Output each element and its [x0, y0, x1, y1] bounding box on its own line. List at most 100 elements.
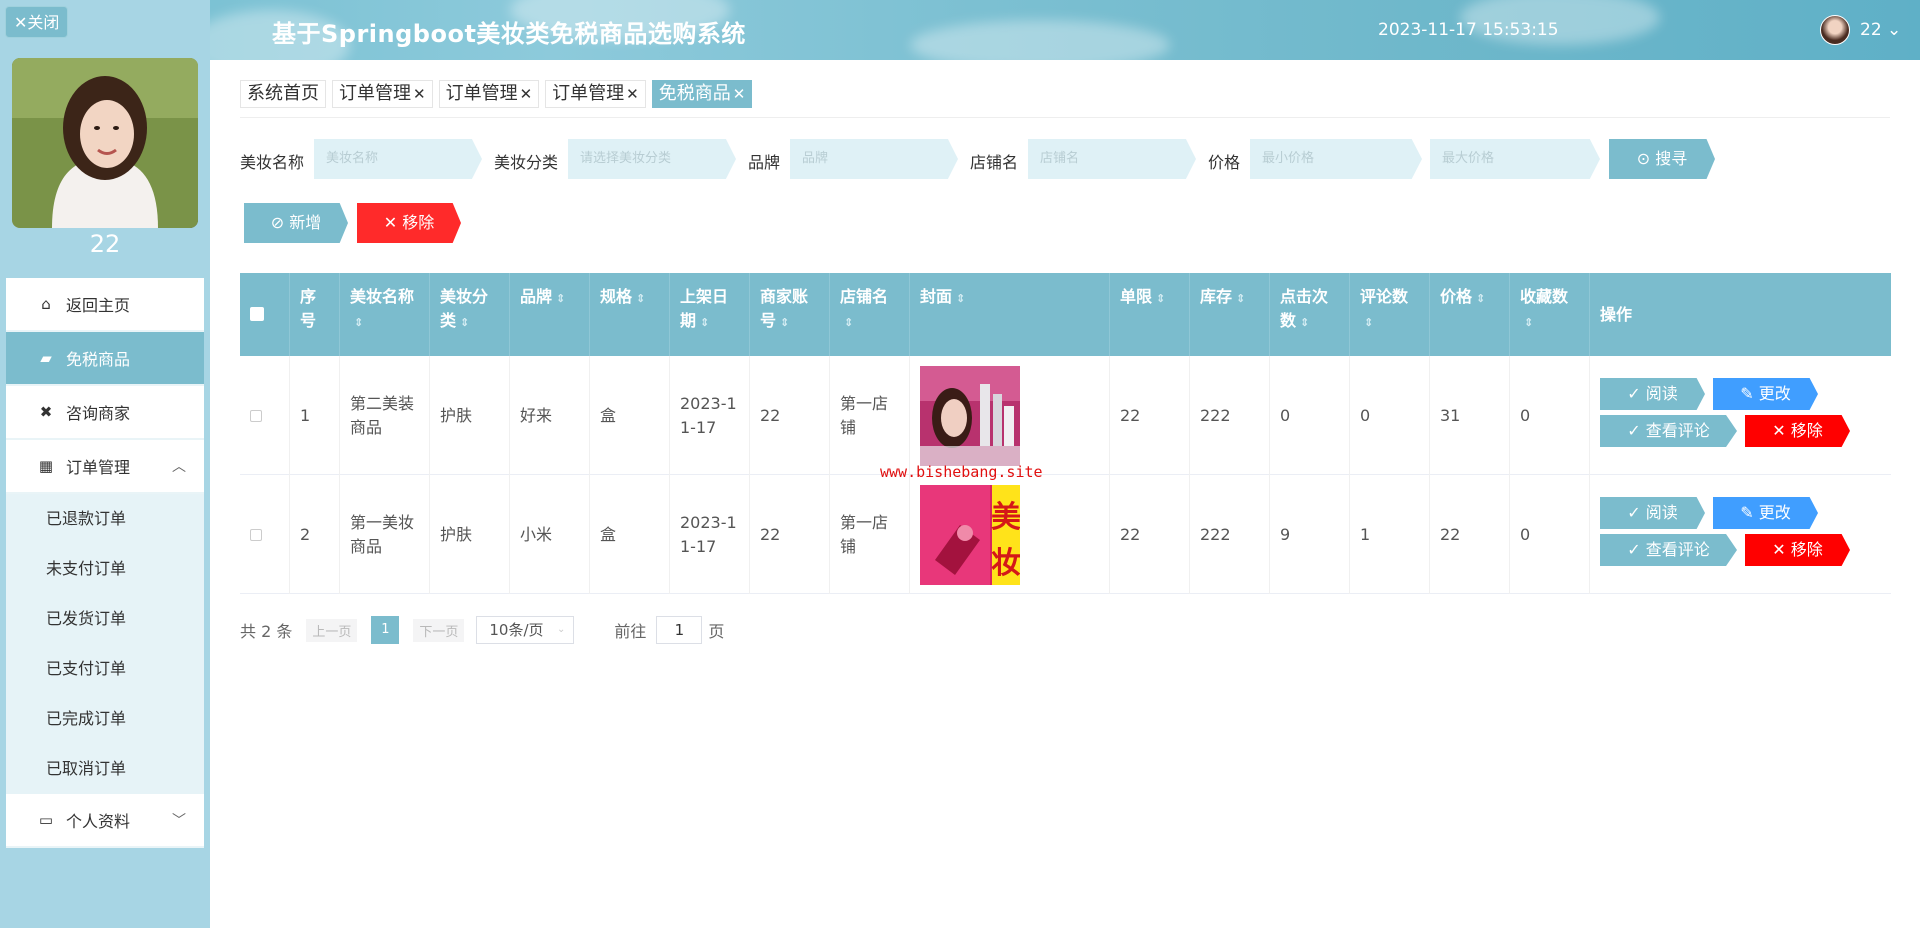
col-category[interactable]: 美妆分类 ⇕ — [430, 273, 510, 356]
close-icon[interactable]: ✕ — [413, 85, 426, 103]
submenu-cancelled-orders[interactable]: 已取消订单 — [6, 744, 204, 794]
col-label: 美妆名称 — [350, 287, 415, 306]
tab-order-management[interactable]: 订单管理 ✕ — [545, 80, 646, 108]
close-icon[interactable]: ✕ — [626, 85, 639, 103]
menu-item-profile[interactable]: ▭ 个人资料 ﹀ — [6, 794, 204, 848]
select-all-checkbox[interactable] — [250, 307, 264, 321]
cell-brand: 小米 — [510, 475, 590, 594]
col-index[interactable]: 序号 — [290, 273, 340, 356]
goto-page-input[interactable]: 1 — [656, 616, 703, 644]
col-date[interactable]: 上架日期 ⇕ — [670, 273, 750, 356]
cell-category: 护肤 — [430, 356, 510, 475]
submenu-completed-orders[interactable]: 已完成订单 — [6, 694, 204, 744]
submenu-refunded-orders[interactable]: 已退款订单 — [6, 494, 204, 544]
comments-label: 查看评论 — [1645, 540, 1710, 559]
view-comments-button[interactable]: ✓ 查看评论 — [1600, 415, 1737, 447]
row-checkbox[interactable] — [250, 409, 262, 422]
sort-icon: ⇕ — [556, 292, 566, 305]
remove-button[interactable]: ✕ 移除 — [357, 203, 461, 243]
close-sidebar-button[interactable]: ✕关闭 — [5, 6, 69, 38]
cell-merchant: 22 — [750, 475, 830, 594]
user-avatar[interactable] — [1820, 15, 1850, 45]
name-search-input[interactable]: 美妆名称 — [314, 139, 482, 179]
submenu-unpaid-orders[interactable]: 未支付订单 — [6, 544, 204, 594]
cell-stock: 222 — [1190, 356, 1270, 475]
next-page-button[interactable]: 下一页 — [413, 618, 465, 642]
row-select-cell — [240, 475, 290, 594]
col-brand[interactable]: 品牌 ⇕ — [510, 273, 590, 356]
close-icon[interactable]: ✕ — [520, 85, 533, 103]
cell-name: 第二美装商品 — [340, 356, 430, 475]
col-cover[interactable]: 封面 ⇕ — [910, 273, 1110, 356]
submenu-paid-orders[interactable]: 已支付订单 — [6, 644, 204, 694]
col-comments[interactable]: 评论数 ⇕ — [1350, 273, 1430, 356]
row-remove-button[interactable]: ✕ 移除 — [1745, 534, 1850, 566]
cell-stock: 222 — [1190, 475, 1270, 594]
menu-item-order-management[interactable]: ▦ 订单管理 ︿ — [6, 440, 204, 494]
chevron-up-icon: ︿ — [172, 459, 186, 475]
tab-home[interactable]: 系统首页 — [240, 80, 326, 108]
brand-label: 品牌 — [748, 153, 781, 172]
cell-category: 护肤 — [430, 475, 510, 594]
cover-image[interactable] — [920, 365, 1020, 466]
col-name[interactable]: 美妆名称 ⇕ — [340, 273, 430, 356]
col-shop[interactable]: 店铺名 ⇕ — [830, 273, 910, 356]
category-select[interactable]: 请选择美妆分类 — [568, 139, 736, 179]
col-limit[interactable]: 单限 ⇕ — [1110, 273, 1190, 356]
header-datetime: 2023-11-17 15:53:15 — [1378, 20, 1559, 40]
edit-label: 更改 — [1758, 503, 1791, 522]
min-price-input[interactable]: 最小价格 — [1250, 139, 1422, 179]
cell-brand: 好来 — [510, 356, 590, 475]
row-select-cell — [240, 356, 290, 475]
check-circle-icon: ⊘ — [270, 213, 285, 232]
shop-search-input[interactable]: 店铺名 — [1028, 139, 1196, 179]
close-icon[interactable]: ✕ — [733, 85, 746, 103]
page-number-button[interactable]: 1 — [371, 616, 400, 644]
menu-item-home[interactable]: ⌂ 返回主页 — [6, 278, 204, 332]
add-button[interactable]: ⊘ 新增 — [244, 203, 348, 243]
col-favorites[interactable]: 收藏数 ⇕ — [1510, 273, 1590, 356]
chevron-down-icon: ⌄ — [557, 624, 566, 635]
read-label: 阅读 — [1645, 384, 1678, 403]
col-label: 操作 — [1600, 305, 1633, 324]
cell-actions: ✓ 阅读 ✎ 更改 ✓ 查看评论 ✕ 移除 — [1590, 356, 1891, 475]
col-stock[interactable]: 库存 ⇕ — [1190, 273, 1270, 356]
read-button[interactable]: ✓ 阅读 — [1600, 378, 1705, 410]
edit-button[interactable]: ✎ 更改 — [1713, 378, 1818, 410]
cover-image[interactable]: 美妆 — [920, 484, 1020, 585]
col-clicks[interactable]: 点击次数 ⇕ — [1270, 273, 1350, 356]
col-price[interactable]: 价格 ⇕ — [1430, 273, 1510, 356]
col-label: 收藏数 — [1520, 287, 1569, 306]
page-size-select[interactable]: 10条/页 ⌄ — [476, 616, 575, 644]
menu-item-duty-free-products[interactable]: ▰ 免税商品 — [6, 332, 204, 386]
edit-button[interactable]: ✎ 更改 — [1713, 497, 1818, 529]
cell-index: 1 — [290, 356, 340, 475]
menu-item-consult-merchant[interactable]: ✖ 咨询商家 — [6, 386, 204, 440]
max-price-input[interactable]: 最大价格 — [1430, 139, 1600, 179]
row-checkbox[interactable] — [250, 528, 262, 541]
prev-page-button[interactable]: 上一页 — [306, 618, 358, 642]
col-spec[interactable]: 规格 ⇕ — [590, 273, 670, 356]
col-label: 封面 — [920, 287, 953, 306]
sort-icon: ⇕ — [636, 292, 646, 305]
search-button[interactable]: ⊙ 搜寻 — [1609, 139, 1715, 179]
brand-search-input[interactable]: 品牌 — [790, 139, 958, 179]
cell-shop: 第一店铺 — [830, 356, 910, 475]
sort-icon: ⇕ — [460, 316, 470, 329]
tab-order-management[interactable]: 订单管理 ✕ — [332, 80, 433, 108]
tab-order-management[interactable]: 订单管理 ✕ — [438, 80, 540, 108]
bag-icon: ▰ — [40, 349, 52, 367]
read-label: 阅读 — [1645, 503, 1678, 522]
tab-duty-free-products[interactable]: 免税商品 ✕ — [651, 80, 753, 108]
row-remove-button[interactable]: ✕ 移除 — [1745, 415, 1850, 447]
cell-clicks: 9 — [1270, 475, 1350, 594]
cell-actions: ✓ 阅读 ✎ 更改 ✓ 查看评论 ✕ 移除 — [1590, 475, 1891, 594]
col-label: 价格 — [1440, 287, 1473, 306]
submenu-shipped-orders[interactable]: 已发货订单 — [6, 594, 204, 644]
view-comments-button[interactable]: ✓ 查看评论 — [1600, 534, 1737, 566]
col-merchant[interactable]: 商家账号 ⇕ — [750, 273, 830, 356]
user-menu[interactable]: 22 ⌄ — [1860, 20, 1901, 40]
pagination-total: 共 2 条 — [240, 622, 293, 641]
read-button[interactable]: ✓ 阅读 — [1600, 497, 1705, 529]
cell-spec: 盒 — [590, 475, 670, 594]
